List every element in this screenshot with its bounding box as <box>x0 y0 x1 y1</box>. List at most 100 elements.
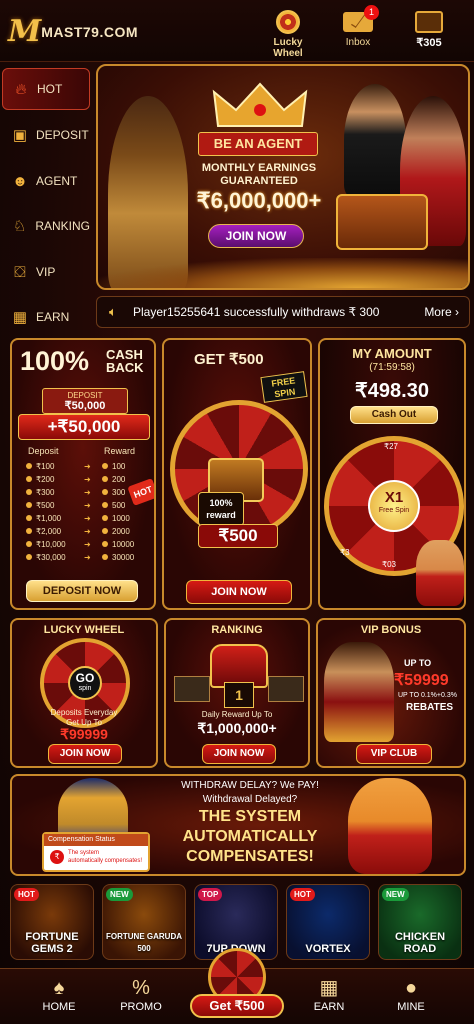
row-reward: 1000 <box>112 514 130 523</box>
game-tile[interactable]: HOT FORTUNE GEMS 2 <box>10 884 94 960</box>
vip-card-title: VIP BONUS <box>360 624 422 636</box>
nav-earn-label: EARN <box>313 1001 345 1013</box>
wallet-shortcut[interactable]: ₹305 <box>410 8 448 50</box>
coin-icon <box>26 515 32 521</box>
spin-join-button[interactable]: JOIN NOW <box>186 580 292 604</box>
lucky-wheel-label: Lucky Wheel <box>273 37 303 59</box>
game-name: VORTEX <box>305 943 351 955</box>
mascot-mouse-icon <box>416 540 464 606</box>
game-tile[interactable]: HOT VORTEX <box>286 884 370 960</box>
sidebar-item-earn[interactable]: ▦ EARN <box>2 296 90 338</box>
free-spin-tag: FREE SPIN <box>260 371 308 403</box>
compensate-banner[interactable]: Compensation Status ₹ The system automat… <box>10 774 466 876</box>
nav-home-label: HOME <box>42 1001 76 1013</box>
podium-left <box>174 676 210 702</box>
deposit-icon: ▣ <box>12 127 28 144</box>
row-deposit: ₹30,000 <box>36 553 66 562</box>
spin-card[interactable]: GET ₹500 FREE SPIN 100% reward ₹500 JOIN… <box>162 338 312 610</box>
ranking-join-button[interactable]: JOIN NOW <box>202 744 276 764</box>
nav-promo[interactable]: % PROMO <box>106 975 176 1013</box>
coin-icon <box>102 554 108 560</box>
get-500-button[interactable]: Get ₹500 <box>186 946 288 1022</box>
sidebar-item-deposit[interactable]: ▣ DEPOSIT <box>2 114 90 156</box>
nav-earn[interactable]: ▦ EARN <box>294 975 364 1013</box>
game-tag: TOP <box>198 888 223 901</box>
site-logo[interactable]: M MAST79.COM <box>8 14 138 49</box>
vip-card[interactable]: VIP BONUS UP TO ₹59999 UP TO 0.1%+0.3% R… <box>316 618 466 768</box>
vip-rebates: REBATES <box>406 702 454 713</box>
status-title: Compensation Status <box>44 834 148 846</box>
coin-icon <box>26 541 32 547</box>
lucky-wheel-icon <box>276 10 300 34</box>
sidebar-item-label: RANKING <box>35 219 90 233</box>
wheel-label-left: ₹3 <box>340 548 350 557</box>
sidebar-item-agent[interactable]: ☻ AGENT <box>2 160 90 202</box>
cashback-row: ₹10,000 ➜ 10000 <box>26 538 156 551</box>
wheel-label-top: ₹27 <box>384 442 398 451</box>
sidebar-item-vip[interactable]: ⛋ VIP <box>2 251 90 293</box>
nav-home[interactable]: ♠ HOME <box>24 975 94 1013</box>
row-deposit: ₹2,000 <box>36 527 62 536</box>
lucky-card-title: LUCKY WHEEL <box>43 624 125 636</box>
deposit-now-button[interactable]: DEPOSIT NOW <box>26 580 138 602</box>
game-tile[interactable]: NEW FORTUNE GARUDA 500 <box>102 884 186 960</box>
wheel-center[interactable]: X1 Free Spin <box>368 480 420 532</box>
lucky-join-button[interactable]: JOIN NOW <box>48 744 122 764</box>
app-page: M MAST79.COM Lucky Wheel 1 Inbox ₹305 🔥︎… <box>0 0 474 1024</box>
comp-line4: AUTOMATICALLY <box>182 828 318 845</box>
coin-icon <box>26 489 32 495</box>
cash-out-button[interactable]: Cash Out <box>350 406 438 424</box>
my-amount-card[interactable]: MY AMOUNT (71:59:58) ₹498.30 Cash Out X1… <box>318 338 466 610</box>
deposit-tag: DEPOSIT ₹50,000 <box>42 388 128 414</box>
agent-banner[interactable]: BE AN AGENT MONTHLY EARNINGS GUARANTEED … <box>96 64 470 290</box>
row-deposit: ₹500 <box>36 501 55 510</box>
coin-icon <box>102 463 108 469</box>
inbox-shortcut[interactable]: 1 Inbox <box>340 5 379 49</box>
row-reward: 10000 <box>112 540 135 549</box>
comp-line1: WITHDRAW DELAY? We PAY! <box>181 780 319 791</box>
wallet-icon <box>415 11 443 33</box>
banner-amount: ₹6,000,000+ <box>196 188 322 213</box>
coin-pile <box>98 258 468 288</box>
sidebar-item-label: EARN <box>36 310 70 324</box>
vip-up-to: UP TO <box>404 658 432 668</box>
vip-amount: ₹59999 <box>394 672 449 689</box>
compensation-status-box: Compensation Status ₹ The system automat… <box>42 832 150 872</box>
row-deposit: ₹200 <box>36 475 55 484</box>
ranking-card-title: RANKING <box>211 624 263 636</box>
coin-icon <box>26 476 32 482</box>
lucky-wheel-card[interactable]: LUCKY WHEEL GO spin Deposits Everyday Ge… <box>10 618 158 768</box>
vip-up-to-pct: UP TO 0.1%+0.3% <box>398 692 457 699</box>
mine-icon: ● <box>404 977 418 999</box>
cashback-row: ₹2,000 ➜ 2000 <box>26 525 156 538</box>
more-link[interactable]: More › <box>424 305 459 319</box>
game-name: FORTUNE GEMS 2 <box>25 931 79 955</box>
spin-card-title: GET ₹500 <box>194 351 264 368</box>
row-reward: 30000 <box>112 553 135 562</box>
sidebar-item-ranking[interactable]: ♘ RANKING <box>2 205 90 247</box>
cashback-table: ₹100 ➜ 100 ₹200 ➜ 200 ₹300 ➜ 300 ₹500 ➜ 500 ₹1,000 ➜ 1… <box>26 460 156 564</box>
coin-icon <box>26 463 32 469</box>
arrow-icon: ➜ <box>84 488 91 497</box>
vip-club-button[interactable]: VIP CLUB <box>356 744 432 764</box>
earn-icon: ▦ <box>319 977 339 999</box>
banner-tag: BE AN AGENT <box>198 132 318 156</box>
nav-mine[interactable]: ● MINE <box>376 975 446 1013</box>
trophy-icon: ♘ <box>12 218 27 235</box>
banner-join-button[interactable]: JOIN NOW <box>208 224 304 248</box>
lucky-wheel-shortcut[interactable]: Lucky Wheel <box>270 8 306 59</box>
col-reward: Reward <box>104 446 136 456</box>
lucky-line1: Deposits Everyday <box>50 708 118 717</box>
go-spin-button[interactable]: GO spin <box>68 666 102 700</box>
sidebar-item-hot[interactable]: 🔥︎ HOT <box>2 68 90 110</box>
ranking-card[interactable]: RANKING 1 Daily Reward Up To ₹1,000,000+… <box>164 618 310 768</box>
game-tile[interactable]: NEW CHICKEN ROAD <box>378 884 462 960</box>
man-figure <box>344 84 406 196</box>
coin-icon <box>26 502 32 508</box>
agent-icon: ☻ <box>12 172 28 190</box>
coin-icon <box>102 476 108 482</box>
coin-icon <box>102 515 108 521</box>
cashback-row: ₹500 ➜ 500 <box>26 499 156 512</box>
crown-icon <box>212 82 308 127</box>
row-deposit: ₹10,000 <box>36 540 66 549</box>
